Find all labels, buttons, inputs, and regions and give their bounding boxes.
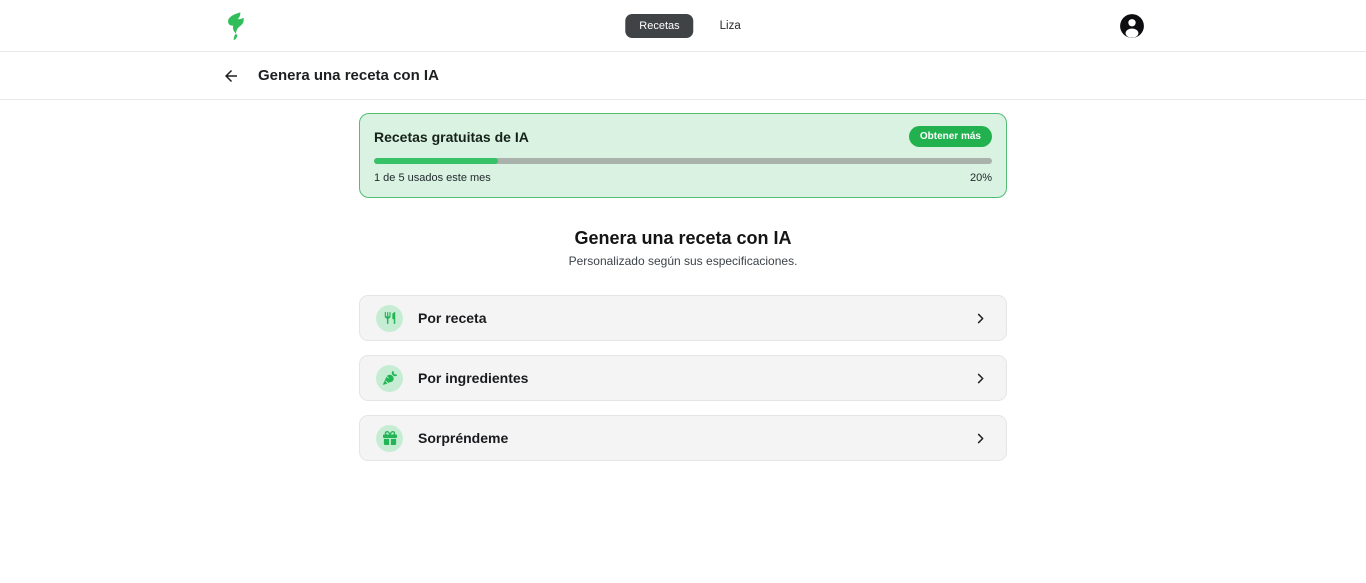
option-label: Sorpréndeme [418,430,509,446]
nav-item-recetas[interactable]: Recetas [625,13,694,38]
navbar-menu: Recetas Liza [625,13,741,38]
arrow-left-icon [225,69,237,82]
option-label: Por ingredientes [418,370,529,386]
option-por-ingredientes[interactable]: Por ingredientes [359,355,1007,401]
page-title: Genera una receta con IA [258,67,439,84]
get-more-button[interactable]: Obtener más [908,126,992,147]
quota-used-text: 1 de 5 usados este mes [374,172,491,184]
option-por-receta[interactable]: Por receta [359,295,1007,341]
back-button[interactable] [221,66,241,86]
chevron-right-icon [973,431,988,446]
option-label: Por receta [418,310,487,326]
option-sorprendeme[interactable]: Sorpréndeme [359,415,1007,461]
progress-bar-fill [374,158,498,164]
page-subheader: Genera una receta con IA [0,52,1366,100]
user-avatar-icon[interactable] [1119,13,1145,39]
main-content: Recetas gratuitas de IA Obtener más 1 de… [359,113,1007,461]
option-list: Por receta Por ingredientes Sorpréndeme [359,295,1007,461]
quota-title: Recetas gratuitas de IA [374,128,529,145]
main-subheading: Personalizado según sus especificaciones… [568,254,798,268]
subheader-container: Genera una receta con IA [211,52,1155,99]
chevron-right-icon [973,311,988,326]
navbar-container: Recetas Liza [211,0,1155,51]
brand-logo-icon[interactable] [221,8,249,44]
quota-percent-text: 20% [969,172,992,184]
gift-icon [376,424,403,452]
chevron-right-icon [973,371,988,386]
quota-card: Recetas gratuitas de IA Obtener más 1 de… [359,113,1007,198]
progress-bar [374,158,992,164]
utensils-icon [376,304,403,332]
main-heading: Genera una receta con IA [574,228,792,248]
top-navbar: Recetas Liza [0,0,1366,52]
carrot-icon [376,364,403,392]
nav-item-liza[interactable]: Liza [720,20,741,32]
